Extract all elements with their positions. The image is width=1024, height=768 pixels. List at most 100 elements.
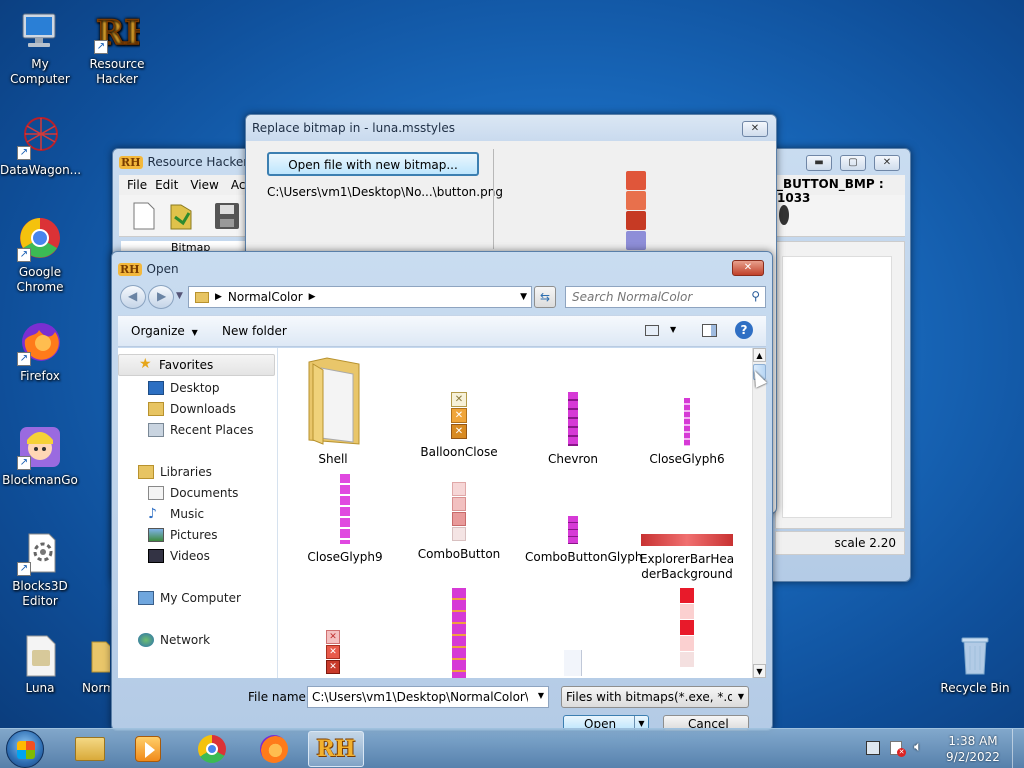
file-list-scrollbar[interactable]: ▲ ▼: [752, 348, 766, 678]
nav-libraries-label: Libraries: [160, 465, 212, 479]
nav-downloads-label: Downloads: [170, 402, 236, 416]
desktop-icon-blocks3d-editor[interactable]: ↗ Blocks3D Editor: [0, 530, 80, 609]
menu-edit[interactable]: Edit: [155, 178, 178, 192]
file-item-closeglyph9[interactable]: CloseGlyph9: [290, 474, 400, 565]
desktop-icon-recycle-bin[interactable]: Recycle Bin: [935, 632, 1015, 696]
desktop-icon-my-computer[interactable]: My Computer: [0, 8, 80, 87]
desktop-icon-datawagon[interactable]: ↗ DataWagon...: [0, 114, 81, 178]
open-file-icon[interactable]: [167, 201, 195, 234]
nav-desktop[interactable]: Desktop: [148, 378, 220, 398]
new-file-icon[interactable]: [131, 201, 157, 234]
open-new-bitmap-button[interactable]: Open file with new bitmap...: [267, 152, 479, 176]
desktop-icon-blockmango[interactable]: ↗ BlockmanGo: [0, 424, 80, 488]
search-box[interactable]: ⚲: [565, 286, 766, 308]
taskbar-media-player[interactable]: [120, 731, 176, 767]
menu-file[interactable]: File: [127, 178, 147, 192]
nav-recent-places[interactable]: Recent Places: [148, 420, 253, 440]
media-player-icon: [135, 736, 161, 762]
rh-maximize-button[interactable]: ▢: [840, 155, 866, 171]
file-list[interactable]: Shell ✕ ✕ ✕ BalloonClose Chevron CloseGl…: [278, 348, 752, 678]
nav-pictures[interactable]: Pictures: [148, 525, 218, 545]
filetype-select[interactable]: Files with bitmaps(*.exe, *.dll, *. ▼: [561, 686, 749, 708]
preview-pane-icon[interactable]: [702, 324, 717, 337]
bitmap-preview: [626, 171, 646, 251]
file-item-partial-4[interactable]: [632, 588, 742, 667]
desktop-icon-luna[interactable]: Luna: [0, 632, 80, 696]
clock[interactable]: 1:38 AM 9/2/2022: [940, 733, 1006, 765]
desktop-icon-norm[interactable]: Norm: [70, 632, 110, 696]
file-item-shell[interactable]: Shell: [278, 354, 388, 467]
search-icon[interactable]: ⚲: [751, 289, 760, 303]
file-item-combobutton[interactable]: ComboButton: [404, 482, 514, 562]
address-bar[interactable]: ▶ NormalColor ▶ ▼: [188, 286, 532, 308]
file-item-partial-3[interactable]: [518, 650, 628, 676]
desktop-icon-resource-hacker[interactable]: RH ↗ Resource Hacker: [77, 8, 157, 87]
filename-combobox[interactable]: ▼: [307, 686, 549, 708]
chrome-icon: ↗: [17, 216, 63, 262]
taskbar-resource-hacker[interactable]: RH: [308, 731, 364, 767]
open-dialog-titlebar[interactable]: RH Open: [112, 252, 772, 286]
taskbar-firefox[interactable]: [246, 731, 302, 767]
nav-libraries[interactable]: Libraries: [138, 462, 212, 482]
nav-downloads[interactable]: Downloads: [148, 399, 236, 419]
taskbar-explorer[interactable]: [62, 731, 118, 767]
show-desktop-button[interactable]: [1012, 729, 1024, 768]
back-button[interactable]: ◀: [120, 285, 146, 309]
rh-close-button[interactable]: ✕: [874, 155, 900, 171]
breadcrumb-normalcolor[interactable]: NormalColor: [228, 290, 303, 304]
desktop-icon-google-chrome[interactable]: ↗ Google Chrome: [0, 216, 80, 295]
search-input[interactable]: [572, 287, 742, 307]
desktop-icon-label: Norm: [82, 681, 110, 695]
desktop-icon-firefox[interactable]: ↗ Firefox: [0, 320, 80, 384]
view-options-chevron-icon[interactable]: ▼: [670, 325, 676, 334]
firefox-icon: ↗: [17, 320, 63, 366]
open-dialog-close-button[interactable]: ✕: [732, 260, 764, 276]
view-options-icon[interactable]: [645, 325, 659, 336]
nav-videos[interactable]: Videos: [148, 546, 210, 566]
address-dropdown-icon[interactable]: ▼: [520, 292, 527, 302]
menu-action[interactable]: Ac: [231, 178, 246, 192]
file-item-partial-1[interactable]: ✕ ✕ ✕: [278, 630, 388, 674]
refresh-button[interactable]: ⇆: [534, 286, 556, 308]
bitmap-frame: [452, 497, 466, 511]
nav-documents[interactable]: Documents: [148, 483, 238, 503]
file-item-explorerbarheaderbackground[interactable]: ExplorerBarHeaderBackground: [632, 534, 742, 582]
rh-minimize-button[interactable]: ▬: [806, 155, 832, 171]
breadcrumb-chevron-icon[interactable]: ▶: [309, 292, 316, 302]
file-item-balloonclose[interactable]: ✕ ✕ ✕ BalloonClose: [404, 392, 514, 460]
open-dialog-title: Open: [146, 262, 179, 276]
save-icon[interactable]: [213, 201, 241, 234]
nav-favorites[interactable]: ★ Favorites: [118, 354, 275, 376]
recent-places-icon: [148, 423, 164, 437]
toolbar-icon[interactable]: [779, 205, 789, 225]
menu-view[interactable]: View: [190, 178, 218, 192]
action-center-flag-icon[interactable]: ✕: [890, 741, 906, 757]
nav-network[interactable]: Network: [138, 630, 210, 650]
firefox-icon: [260, 735, 288, 763]
replace-dialog-close-button[interactable]: ✕: [742, 121, 768, 137]
nav-music[interactable]: ♪ Music: [148, 504, 204, 524]
filename-dropdown-icon[interactable]: ▼: [538, 691, 544, 700]
file-item-closeglyph6[interactable]: CloseGlyph6: [632, 398, 742, 467]
forward-button[interactable]: ▶: [148, 285, 174, 309]
start-button[interactable]: [6, 730, 44, 768]
replace-dialog-titlebar[interactable]: Replace bitmap in - luna.msstyles: [246, 115, 776, 141]
taskbar: RH ✕ 🔈︎ 1:38 AM 9/2/2022: [0, 728, 1024, 768]
open-file-dialog[interactable]: RH Open ✕ ◀ ▶ ▼ ▶ NormalColor ▶ ▼ ⇆ ⚲ Or…: [111, 251, 773, 731]
file-item-chevron[interactable]: Chevron: [518, 392, 628, 467]
nav-my-computer[interactable]: My Computer: [138, 588, 241, 608]
videos-icon: [148, 549, 164, 563]
volume-icon[interactable]: 🔈︎: [914, 739, 922, 755]
network-tray-icon[interactable]: [866, 741, 880, 755]
scroll-up-arrow-icon[interactable]: ▲: [753, 348, 766, 362]
organize-menu[interactable]: Organize ▼: [131, 324, 198, 338]
bitmap-frame-3: [626, 211, 646, 230]
help-icon[interactable]: ?: [735, 321, 753, 339]
scroll-down-arrow-icon[interactable]: ▼: [753, 664, 766, 678]
recent-locations-chevron-icon[interactable]: ▼: [176, 291, 183, 301]
file-item-partial-2[interactable]: [404, 588, 514, 678]
file-item-combobuttonglyph[interactable]: ComboButtonGlyph: [518, 516, 643, 565]
taskbar-chrome[interactable]: [184, 731, 240, 767]
filename-input[interactable]: [312, 687, 528, 707]
new-folder-button[interactable]: New folder: [222, 324, 287, 338]
